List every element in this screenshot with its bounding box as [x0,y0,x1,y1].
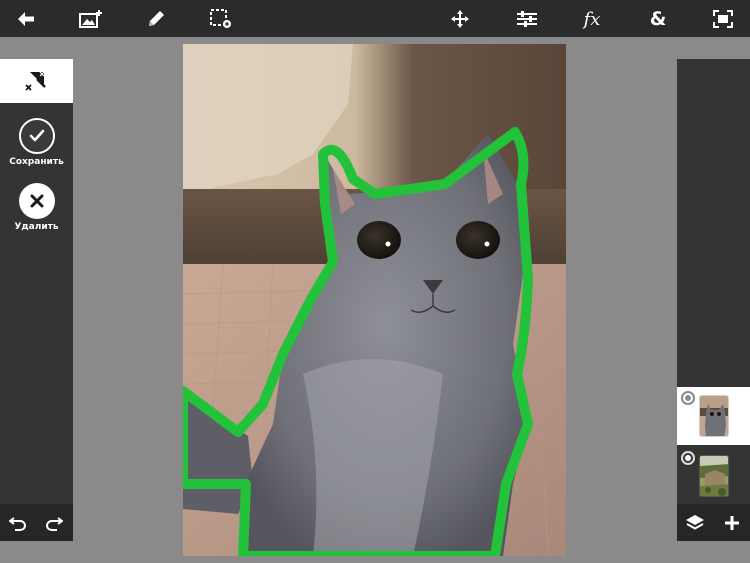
save-label: Сохранить [9,157,64,167]
fx-icon: fx [583,8,601,30]
layer-select-radio[interactable] [681,391,695,405]
left-tool-panel: Сохранить Удалить [0,59,73,541]
active-tool-tile[interactable] [0,59,73,103]
close-icon [30,194,43,208]
check-icon [29,129,44,142]
layers-icon [686,515,704,530]
move-button[interactable] [445,4,475,34]
fit-screen-button[interactable] [708,4,738,34]
top-toolbar: fx & [0,0,750,37]
add-layer-button[interactable] [720,511,744,535]
fx-button[interactable]: fx [577,4,607,34]
cat-thumbnail [700,396,728,436]
fit-screen-icon [713,10,733,28]
layer-thumbnail [699,395,729,437]
add-layer-icon [725,516,739,530]
layers-button[interactable] [683,511,707,535]
adjustments-icon [517,11,537,27]
pencil-icon [149,11,164,26]
back-arrow-icon [18,12,34,26]
layer-item[interactable] [677,387,750,445]
redo-icon [46,517,63,531]
layers-toolbar [677,504,750,541]
delete-button[interactable] [18,183,55,219]
save-button[interactable] [18,118,55,154]
layer-select-radio[interactable] [681,451,695,465]
cat-photo [183,44,566,556]
undo-button[interactable] [7,512,29,534]
back-button[interactable] [11,4,41,34]
selection-button[interactable] [206,4,236,34]
undo-icon [9,517,26,531]
add-image-icon [79,10,102,28]
selection-settings-icon [210,9,231,28]
layers-panel [677,59,750,541]
adjustments-button[interactable] [512,4,542,34]
layer-item[interactable] [677,447,750,505]
draw-button[interactable] [141,4,171,34]
ampersand-icon: & [649,8,667,30]
photo-canvas[interactable] [183,44,566,556]
delete-label: Удалить [14,222,59,232]
move-icon [451,10,469,28]
add-image-button[interactable] [76,4,106,34]
redo-button[interactable] [43,512,65,534]
magic-wand-eraser-icon [24,71,46,91]
blend-button[interactable]: & [643,4,673,34]
delete-action[interactable]: Удалить [0,183,73,232]
history-bar [0,504,73,541]
layer-thumbnail [699,455,729,497]
garden-thumbnail [700,456,728,496]
save-action[interactable]: Сохранить [0,118,73,167]
